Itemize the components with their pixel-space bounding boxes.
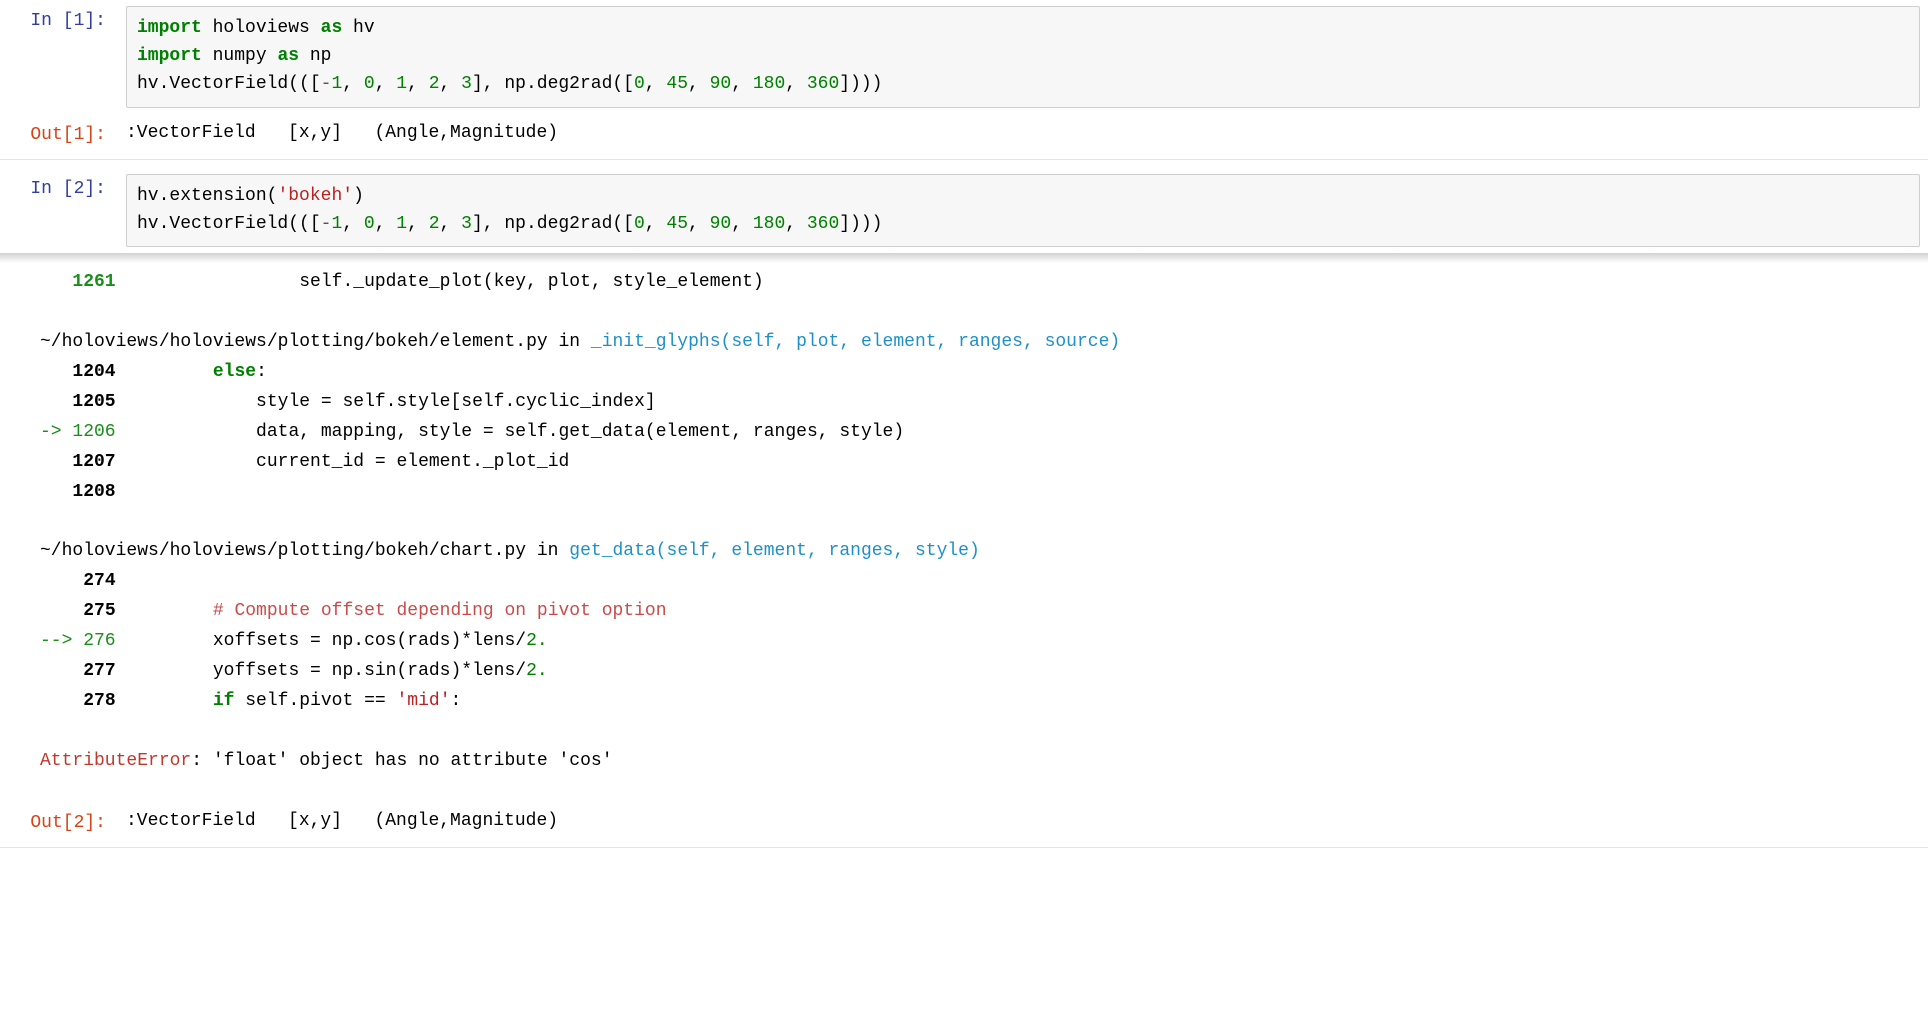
code-2[interactable]: hv.extension('bokeh') hv.VectorField(([-… [137, 183, 1909, 239]
output-text-1: :VectorField [x,y] (Angle,Magnitude) [126, 120, 1920, 148]
traceback-frame1-line: 1204 else: [40, 357, 1928, 387]
traceback-frame2-line: 275 # Compute offset depending on pivot … [40, 596, 1928, 626]
out-prompt-2: Out[2]: [0, 802, 118, 843]
code-1[interactable]: import holoviews as hv import numpy as n… [137, 15, 1909, 99]
cell-divider [0, 847, 1928, 848]
cell-2-input: In [2]: hv.extension('bokeh') hv.VectorF… [0, 168, 1928, 254]
scroll-shadow [0, 253, 1928, 263]
cell-2-output: Out[2]: :VectorField [x,y] (Angle,Magnit… [0, 784, 1928, 843]
traceback-error: AttributeError: 'float' object has no at… [40, 746, 1928, 776]
cell-divider [0, 159, 1928, 160]
traceback-text [40, 297, 1928, 327]
in-prompt-2: In [2]: [0, 168, 118, 209]
out-prompt-1: Out[1]: [0, 114, 118, 155]
traceback-frame2-line: --> 276 xoffsets = np.cos(rads)*lens/2. [40, 626, 1928, 656]
notebook: In [1]: import holoviews as hv import nu… [0, 0, 1928, 848]
cell-1-output: Out[1]: :VectorField [x,y] (Angle,Magnit… [0, 114, 1928, 155]
traceback-frame2-line: 274 [40, 566, 1928, 596]
output-text-2: :VectorField [x,y] (Angle,Magnitude) [126, 808, 1920, 836]
traceback-frame1-line: 1205 style = self.style[self.cyclic_inde… [40, 387, 1928, 417]
traceback-frame2-header: ~/holoviews/holoviews/plotting/bokeh/cha… [40, 536, 1928, 566]
traceback-text [40, 507, 1928, 537]
traceback-frame2-line: 277 yoffsets = np.sin(rads)*lens/2. [40, 656, 1928, 686]
traceback-frame1-line: 1207 current_id = element._plot_id [40, 447, 1928, 477]
traceback-text [40, 716, 1928, 746]
cell-2-traceback: 1261 self._update_plot(key, plot, style_… [0, 263, 1928, 783]
traceback-frame1-line: 1208 [40, 477, 1928, 507]
traceback-frame2-line: 278 if self.pivot == 'mid': [40, 686, 1928, 716]
cell-1-input: In [1]: import holoviews as hv import nu… [0, 0, 1928, 114]
traceback-frame1-header: ~/holoviews/holoviews/plotting/bokeh/ele… [40, 327, 1928, 357]
in-prompt-1: In [1]: [0, 0, 118, 41]
code-input-1[interactable]: import holoviews as hv import numpy as n… [126, 6, 1920, 108]
traceback-frame1-line: -> 1206 data, mapping, style = self.get_… [40, 417, 1928, 447]
code-input-2[interactable]: hv.extension('bokeh') hv.VectorField(([-… [126, 174, 1920, 248]
traceback-cutoff: 1261 self._update_plot(key, plot, style_… [40, 267, 1928, 297]
